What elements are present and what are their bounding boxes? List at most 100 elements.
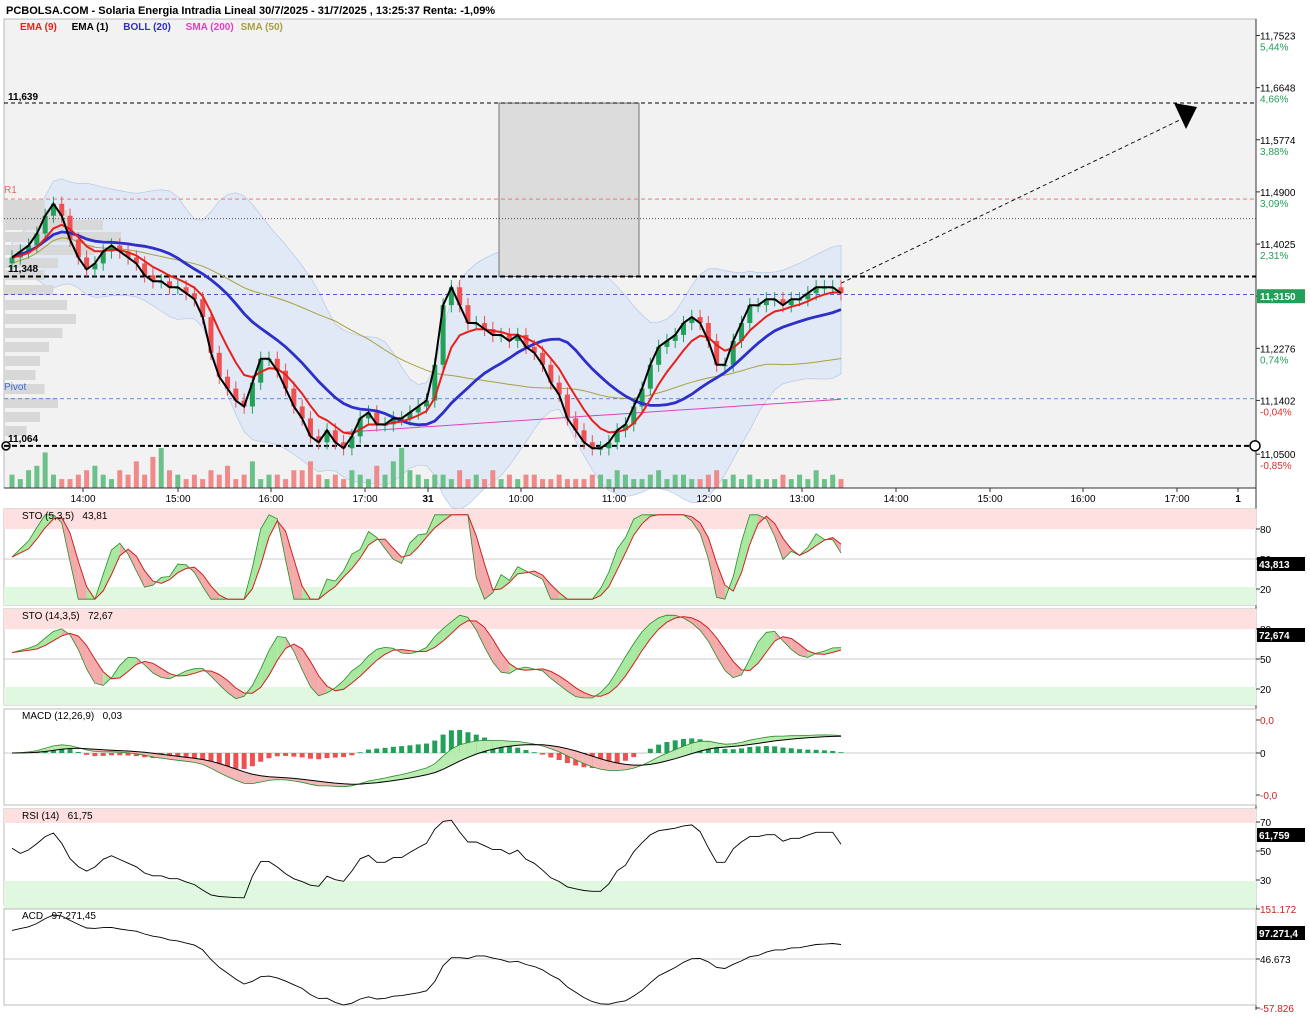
volume-bar [242, 475, 247, 488]
sto-fast-oversold-zone [4, 587, 1256, 605]
volume-bar [499, 479, 504, 488]
volume-profile-bar [4, 412, 40, 422]
volume-bar [126, 475, 131, 488]
pct-tick-label: 5,44% [1260, 43, 1288, 54]
volume-bar [532, 475, 537, 488]
time-tick-label: 31 [422, 494, 434, 505]
macd-histogram-bar [407, 745, 412, 753]
volume-bar [184, 479, 189, 488]
sto-slow-last-label: 72,674 [1259, 631, 1290, 642]
volume-bar [349, 470, 354, 488]
volume-bar [84, 470, 89, 488]
time-tick-label: 16:00 [1070, 494, 1095, 505]
volume-bar [200, 479, 205, 488]
price-tick-label: 11,7523 [1260, 32, 1296, 43]
time-tick-label: 14:00 [70, 494, 95, 505]
volume-profile-bar [4, 300, 67, 310]
macd-histogram-bar [789, 748, 794, 753]
volume-bar [150, 457, 155, 488]
macd-histogram-bar [258, 753, 263, 762]
volume-bar [457, 470, 462, 488]
legend-sma200[interactable]: SMA (200) [186, 22, 234, 33]
volume-bar [523, 475, 528, 488]
macd-histogram-bar [92, 753, 97, 756]
level-label-r1: R1 [4, 185, 17, 196]
volume-profile-bar [4, 328, 63, 338]
volume-profile-bar [4, 314, 76, 324]
volume-bar [441, 475, 446, 488]
legend-ema1[interactable]: EMA (1) [72, 22, 109, 33]
volume-bar [18, 479, 23, 488]
volume-bar [142, 475, 147, 488]
rsi-tick-label: 30 [1260, 876, 1272, 887]
volume-bar [10, 475, 15, 488]
volume-bar [275, 475, 280, 488]
macd-panel [4, 709, 1256, 805]
legend-ema9[interactable]: EMA (9) [20, 22, 57, 33]
volume-bar [557, 475, 562, 488]
legend-sma50[interactable]: SMA (50) [240, 22, 282, 33]
pct-tick-label: 0,74% [1260, 355, 1288, 366]
macd-histogram-bar [814, 750, 819, 753]
volume-bar [780, 475, 785, 488]
volume-bar [59, 479, 64, 488]
macd-histogram-bar [656, 745, 661, 753]
macd-histogram-bar [839, 752, 844, 753]
volume-bar [26, 470, 31, 488]
macd-histogram-bar [250, 753, 255, 766]
macd-histogram-bar [557, 753, 562, 760]
macd-histogram-bar [822, 750, 827, 753]
volume-bar [805, 479, 810, 488]
macd-histogram-bar [233, 753, 238, 769]
volume-bar [109, 479, 114, 488]
sto-slow-tick-label: 20 [1260, 685, 1272, 696]
price-tick-label: 11,4025 [1260, 240, 1296, 251]
indicator-legend: EMA (9) EMA (1) BOLL (20) SMA (200) SMA … [20, 22, 295, 33]
volume-bar [474, 475, 479, 488]
pct-tick-label: -0,04% [1260, 407, 1292, 418]
time-tick-label: 17:00 [352, 494, 377, 505]
macd-histogram-bar [283, 753, 288, 756]
volume-bar [706, 475, 711, 488]
sto-fast-tick-label: 20 [1260, 585, 1272, 596]
macd-histogram-bar [722, 749, 727, 753]
macd-histogram-bar [291, 753, 296, 757]
macd-histogram-bar [383, 748, 388, 753]
macd-histogram-bar [341, 753, 346, 757]
macd-histogram-bar [391, 747, 396, 753]
time-tick-label: 15:00 [977, 494, 1002, 505]
time-tick-label: 17:00 [1164, 494, 1189, 505]
volume-bar [358, 475, 363, 488]
rsi-tick-label: 70 [1260, 818, 1272, 829]
volume-bar [789, 479, 794, 488]
volume-bar [92, 466, 97, 488]
time-tick-label: 1 [1235, 494, 1241, 505]
volume-bar [159, 448, 164, 488]
volume-bar [830, 475, 835, 488]
volume-bar [76, 475, 81, 488]
volume-bar [615, 470, 620, 488]
level-label-pivot: Pivot [4, 382, 26, 393]
volume-bar [772, 479, 777, 488]
volume-bar [739, 479, 744, 488]
acd-tick-label: 46.673 [1260, 955, 1291, 966]
volume-bar [407, 470, 412, 488]
macd-tick-label: -0,0 [1260, 791, 1278, 802]
volume-bar [341, 479, 346, 488]
volume-bar [51, 475, 56, 488]
last-price-label: 11,3150 [1260, 292, 1296, 303]
macd-histogram-bar [275, 753, 280, 756]
pct-tick-label: 3,88% [1260, 147, 1288, 158]
volume-bar [192, 475, 197, 488]
macd-histogram-bar [507, 746, 512, 753]
macd-histogram-bar [797, 749, 802, 753]
volume-bar [333, 475, 338, 488]
sto-fast-overbought-zone [4, 509, 1256, 529]
acd-label: ACD 97.271,45 [22, 911, 96, 922]
legend-boll[interactable]: BOLL (20) [123, 22, 171, 33]
volume-bar [822, 479, 827, 488]
macd-histogram-bar [76, 752, 81, 753]
macd-histogram-bar [101, 753, 106, 756]
volume-bar [250, 461, 255, 488]
chart-svg: 11,75235,44%11,66484,66%11,57743,88%11,4… [0, 0, 1310, 1012]
